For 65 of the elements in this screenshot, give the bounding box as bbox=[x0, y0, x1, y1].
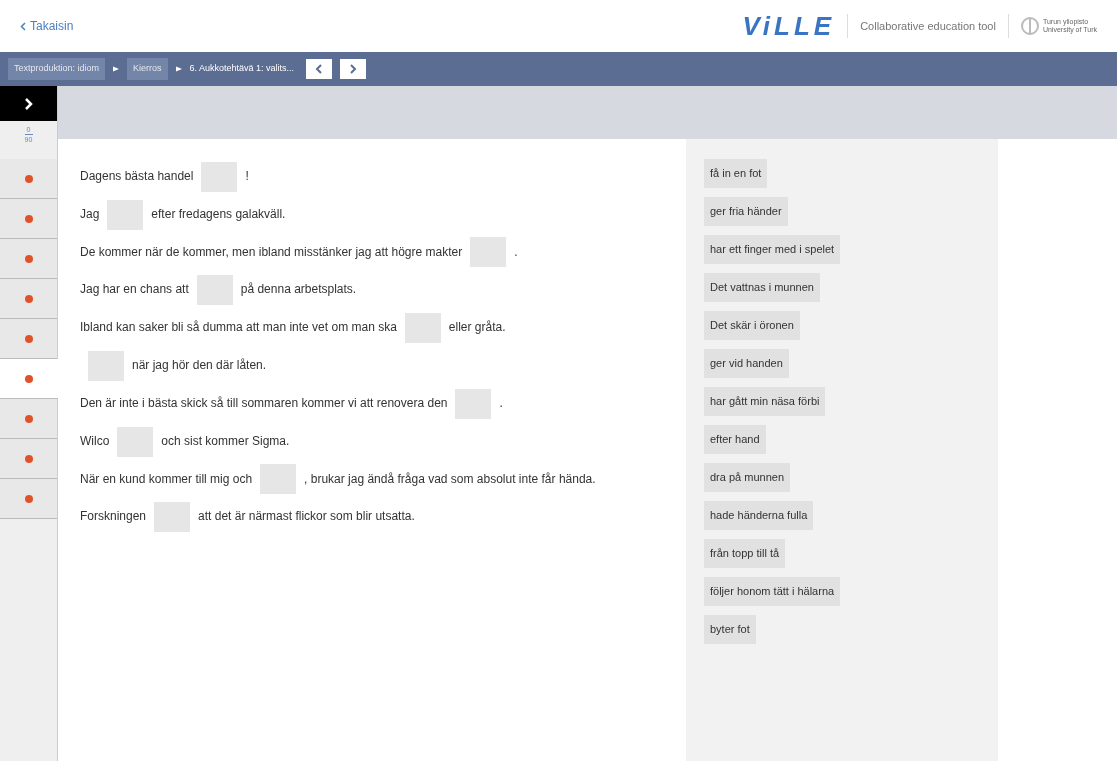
blank-drop-field[interactable] bbox=[455, 388, 492, 419]
previous-button[interactable] bbox=[306, 59, 333, 79]
task-item[interactable] bbox=[0, 239, 57, 279]
answer-chip[interactable]: dra på munnen bbox=[704, 463, 790, 492]
university-emblem-icon bbox=[1020, 17, 1039, 35]
breadcrumb-current: 6. Aukkotehtävä 1: valits... bbox=[189, 62, 295, 76]
chevron-right-icon bbox=[23, 96, 34, 111]
blank-drop-field[interactable] bbox=[196, 275, 233, 306]
sentence-text: att det är närmast flickor som blir utsatta. bbox=[198, 509, 415, 524]
sentence-text: . bbox=[514, 244, 518, 259]
answer-chip[interactable]: har ett finger med i spelet bbox=[704, 235, 841, 264]
task-item[interactable] bbox=[0, 319, 57, 359]
chevron-left-icon bbox=[20, 21, 26, 31]
task-item[interactable] bbox=[0, 359, 58, 399]
sentence-text: När en kund kommer till mig och bbox=[80, 471, 253, 486]
sentence-text: De kommer när de kommer, men ibland misstänker jag att högre makter bbox=[80, 244, 463, 259]
answer-chip[interactable]: få in en fot bbox=[704, 159, 768, 188]
answer-chip[interactable]: Det vattnas i munnen bbox=[704, 273, 820, 302]
task-item[interactable] bbox=[0, 439, 57, 479]
logo: ViLLE bbox=[742, 9, 836, 43]
answer-chip[interactable]: ger fria händer bbox=[704, 197, 788, 226]
chevron-left-icon bbox=[315, 64, 324, 74]
answer-chip[interactable]: ger vid handen bbox=[704, 349, 789, 378]
sentence-text: , brukar jag ändå fråga vad som absolut inte får hända. bbox=[304, 471, 596, 486]
sentence-text: ! bbox=[245, 169, 249, 183]
sentence-text: Jag bbox=[80, 206, 100, 221]
answer-chip[interactable]: från topp till tå bbox=[704, 539, 786, 568]
answer-chip[interactable]: byter fot bbox=[704, 615, 756, 644]
sentence-text: när jag hör den där låten. bbox=[132, 358, 267, 373]
answer-chip[interactable]: följer honom tätt i hälarna bbox=[704, 577, 841, 606]
separator-icon bbox=[113, 66, 120, 72]
task-item[interactable] bbox=[0, 479, 57, 519]
sentence-text: Ibland kan saker bli så dumma att man inte vet om man ska bbox=[80, 320, 397, 335]
separator-icon bbox=[175, 66, 182, 72]
answer-chip[interactable]: hade händerna fulla bbox=[704, 501, 814, 530]
sentence-text: Dagens bästa handel bbox=[80, 169, 194, 183]
sidebar-toggle[interactable] bbox=[0, 86, 57, 121]
blank-drop-field[interactable] bbox=[88, 350, 124, 381]
sentence-text: . bbox=[499, 395, 503, 410]
blank-drop-field[interactable] bbox=[470, 237, 507, 268]
answer-chip[interactable]: har gått min näsa förbi bbox=[704, 387, 826, 416]
sentence-text: Forskningen bbox=[80, 509, 147, 524]
task-item[interactable] bbox=[0, 279, 57, 319]
blank-drop-field[interactable] bbox=[154, 502, 191, 533]
back-link[interactable]: Takaisin bbox=[20, 17, 74, 35]
sentence-text: Jag har en chans att bbox=[80, 282, 189, 297]
answer-chip[interactable]: efter hand bbox=[704, 425, 766, 454]
sentence-text: eller gråta. bbox=[448, 320, 506, 335]
chevron-right-icon bbox=[349, 64, 358, 74]
task-item[interactable] bbox=[0, 159, 57, 199]
answer-chip[interactable]: Det skär i öronen bbox=[704, 311, 800, 340]
next-button[interactable] bbox=[340, 59, 367, 79]
sentence-text: på denna arbetsplats. bbox=[240, 282, 357, 297]
sentence-text: Wilco bbox=[80, 433, 110, 448]
sentence-text: efter fredagens galakväll. bbox=[151, 206, 286, 221]
sentence-text: och sist kommer Sigma. bbox=[161, 433, 290, 448]
blank-drop-field[interactable] bbox=[107, 199, 144, 230]
task-item[interactable] bbox=[0, 199, 57, 239]
blank-drop-field[interactable] bbox=[260, 464, 297, 495]
blank-drop-field[interactable] bbox=[117, 426, 154, 457]
sentence-text: Den är inte i bästa skick så till sommaren kommer vi att renovera den bbox=[80, 395, 448, 410]
blank-drop-field[interactable] bbox=[404, 313, 441, 344]
tagline: Collaborative education tool bbox=[860, 18, 996, 34]
task-item[interactable] bbox=[0, 399, 57, 439]
blank-drop-field[interactable] bbox=[201, 161, 238, 192]
